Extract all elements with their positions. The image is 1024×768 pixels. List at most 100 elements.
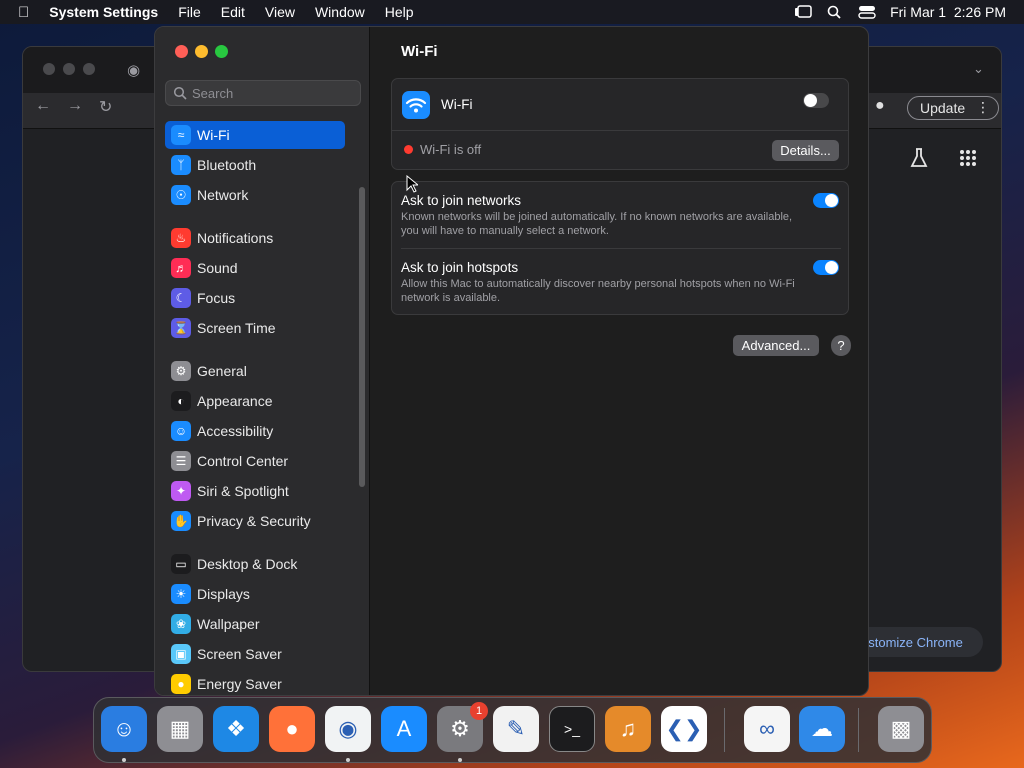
forward-icon[interactable]: →	[67, 97, 83, 115]
advanced-button[interactable]: Advanced...	[733, 335, 819, 356]
menu-help[interactable]: Help	[375, 4, 424, 20]
sidebar-item-label: Energy Saver	[197, 676, 282, 692]
bell-icon: ♨	[171, 228, 191, 248]
ask-networks-label: Ask to join networks	[401, 193, 522, 208]
window-minimize-button[interactable]	[195, 45, 208, 58]
safari-icon[interactable]: ❖	[213, 706, 259, 752]
running-indicator	[458, 758, 462, 762]
card-divider	[392, 130, 848, 131]
help-button[interactable]: ?	[831, 335, 851, 356]
profile-icon[interactable]: ●	[875, 97, 885, 115]
apple-icon[interactable]: 	[0, 4, 39, 21]
sidebar-item-appearance[interactable]: ◐ Appearance	[165, 387, 345, 415]
wifi-card: Wi-Fi Wi-Fi is off Details...	[391, 78, 849, 170]
sidebar-item-accessibility[interactable]: ☺ Accessibility	[165, 417, 345, 445]
siri-icon: ✦	[171, 481, 191, 501]
textedit-icon[interactable]: ✎	[493, 706, 539, 752]
menu-view[interactable]: View	[255, 4, 305, 20]
sidebar-item-label: Displays	[197, 586, 250, 602]
bulb-icon: ●	[171, 674, 191, 694]
reload-icon[interactable]: ↻	[99, 97, 112, 117]
firefox-icon[interactable]: ●	[269, 706, 315, 752]
sidebar-item-screen-time[interactable]: ⌛ Screen Time	[165, 314, 345, 342]
sidebar-item-label: General	[197, 363, 247, 379]
sidebar-item-displays[interactable]: ☀ Displays	[165, 580, 345, 608]
dock: ☺ ▦ ❖ ● ◉ A ⚙ ✎ >_ ♫ ❮❯ ∞ ☁ ▩ 1	[93, 697, 932, 763]
launchpad-icon[interactable]: ▦	[157, 706, 203, 752]
menu-clock[interactable]: Fri Mar 1 2:26 PM	[890, 4, 1006, 20]
chrome-menu-icon: ⋮	[976, 99, 990, 115]
appearance-icon: ◐	[171, 391, 191, 411]
sidebar-item-label: Screen Time	[197, 320, 276, 336]
labs-flask-icon[interactable]	[909, 147, 929, 169]
menu-edit[interactable]: Edit	[211, 4, 255, 20]
sidebar-item-network[interactable]: ☉ Network	[165, 181, 345, 209]
chrome-zoom-button[interactable]	[83, 63, 95, 75]
details-button[interactable]: Details...	[772, 140, 839, 161]
screensaver-icon: ▣	[171, 644, 191, 664]
ask-hotspots-label: Ask to join hotspots	[401, 260, 519, 275]
terminal-icon[interactable]: >_	[549, 706, 595, 752]
sidebar-item-energy-saver[interactable]: ● Energy Saver	[165, 670, 345, 695]
main-pane: Wi-Fi Wi-Fi Wi-Fi is off Details... Ask …	[371, 27, 868, 695]
weather-icon[interactable]: ☁	[799, 706, 845, 752]
running-indicator	[346, 758, 350, 762]
speaker-icon: ♬	[171, 258, 191, 278]
control-center-icon: ☰	[171, 451, 191, 471]
sidebar-item-bluetooth[interactable]: ᛉ Bluetooth	[165, 151, 345, 179]
ask-networks-toggle[interactable]	[813, 193, 839, 208]
status-dot-icon	[404, 145, 413, 154]
sidebar-item-notifications[interactable]: ♨ Notifications	[165, 224, 345, 252]
sidebar-item-screen-saver[interactable]: ▣ Screen Saver	[165, 640, 345, 668]
sidebar-item-label: Control Center	[197, 453, 289, 469]
sidebar-item-label: Sound	[197, 260, 238, 276]
spotlight-search-icon[interactable]	[826, 5, 844, 19]
menu-file[interactable]: File	[168, 4, 211, 20]
chrome-tab-favicon-icon[interactable]: ◉	[127, 61, 140, 79]
back-icon[interactable]: ←	[35, 97, 51, 115]
chrome-update-button[interactable]: Update ⋮	[907, 96, 999, 120]
menu-window[interactable]: Window	[305, 4, 375, 20]
apps-grid-icon[interactable]	[959, 149, 977, 167]
sidebar: Search ≈ Wi-Fi ᛉ Bluetooth ☉ Network ♨ Notifica…	[155, 27, 370, 695]
vscode-icon[interactable]: ❮❯	[661, 706, 707, 752]
chrome-close-button[interactable]	[43, 63, 55, 75]
control-center-menubar-icon[interactable]	[858, 5, 876, 19]
ask-hotspots-toggle[interactable]	[813, 260, 839, 275]
finder-icon[interactable]: ☺	[101, 706, 147, 752]
visual-studio-icon[interactable]: ∞	[744, 706, 790, 752]
chrome-icon[interactable]: ◉	[325, 706, 371, 752]
sidebar-item-wi-fi[interactable]: ≈ Wi-Fi	[165, 121, 345, 149]
ask-networks-desc: Known networks will be joined automatica…	[401, 211, 793, 237]
sidebar-item-label: Network	[197, 187, 249, 203]
app-store-icon[interactable]: A	[381, 706, 427, 752]
stage-manager-icon[interactable]	[794, 5, 812, 19]
tab-search-chevron-icon[interactable]: ⌄	[973, 61, 984, 77]
garageband-icon[interactable]: ♫	[605, 706, 651, 752]
customize-label: ustomize Chrome	[861, 634, 963, 650]
search-input[interactable]: Search	[165, 80, 361, 106]
system-settings-window: Search ≈ Wi-Fi ᛉ Bluetooth ☉ Network ♨ Notifica…	[154, 26, 869, 696]
sidebar-item-general[interactable]: ⚙ General	[165, 357, 345, 385]
menu-app-name[interactable]: System Settings	[39, 4, 168, 20]
sidebar-item-desktop-dock[interactable]: ▭ Desktop & Dock	[165, 550, 345, 578]
sidebar-item-focus[interactable]: ☾ Focus	[165, 284, 345, 312]
sidebar-item-label: Privacy & Security	[197, 513, 311, 529]
sidebar-item-label: Screen Saver	[197, 646, 282, 662]
search-icon	[173, 86, 187, 100]
sidebar-item-sound[interactable]: ♬ Sound	[165, 254, 345, 282]
wifi-toggle[interactable]	[803, 93, 829, 108]
sidebar-scrollbar[interactable]	[359, 187, 365, 487]
window-zoom-button[interactable]	[215, 45, 228, 58]
trash-icon[interactable]: ▩	[878, 706, 924, 752]
window-close-button[interactable]	[175, 45, 188, 58]
sidebar-item-siri-spotlight[interactable]: ✦ Siri & Spotlight	[165, 477, 345, 505]
gear-icon: ⚙	[171, 361, 191, 381]
sun-icon: ☀	[171, 584, 191, 604]
chrome-minimize-button[interactable]	[63, 63, 75, 75]
sidebar-item-label: Siri & Spotlight	[197, 483, 289, 499]
sidebar-item-wallpaper[interactable]: ❀ Wallpaper	[165, 610, 345, 638]
sidebar-item-privacy-security[interactable]: ✋ Privacy & Security	[165, 507, 345, 535]
accessibility-icon: ☺	[171, 421, 191, 441]
sidebar-item-control-center[interactable]: ☰ Control Center	[165, 447, 345, 475]
